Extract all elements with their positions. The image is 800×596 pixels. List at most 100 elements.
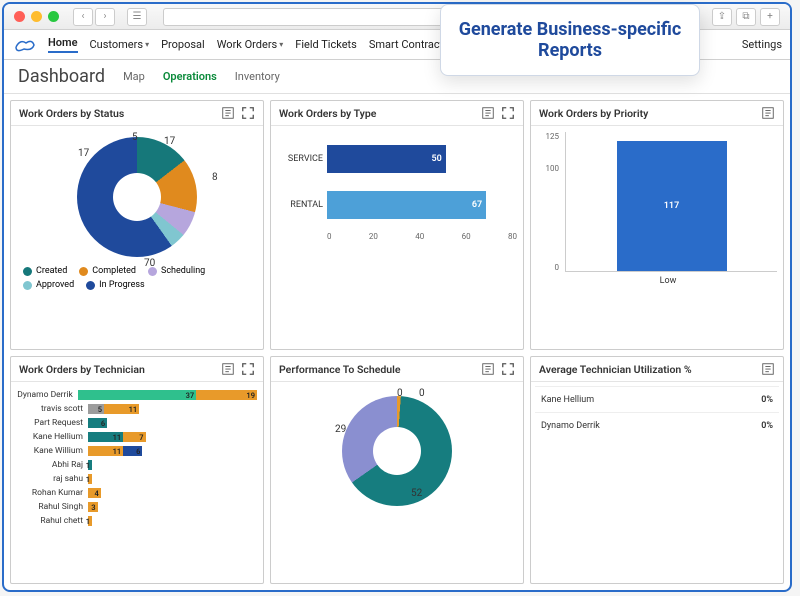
card-avg-tech-util: Average Technician Utilization % Kane He… <box>530 356 784 584</box>
tech-bar-segment: 6 <box>123 446 142 456</box>
export-icon[interactable] <box>481 106 495 120</box>
new-tab-icon[interactable]: + <box>760 8 780 26</box>
hbar-row: RENTAL67 <box>277 186 517 224</box>
status-donut-chart: 17870175 <box>17 132 257 262</box>
performance-donut-chart: 005229 <box>271 382 523 583</box>
subtab-inventory[interactable]: Inventory <box>235 70 280 83</box>
export-icon[interactable] <box>761 106 775 120</box>
util-name: Kane Hellium <box>541 395 594 405</box>
card-work-orders-type: Work Orders by Type SERVICE50RENTAL67 02… <box>270 100 524 350</box>
subtab-operations[interactable]: Operations <box>163 70 217 83</box>
tech-row: Part Request6 <box>17 416 257 430</box>
donut-value-label: 17 <box>164 136 175 147</box>
minimize-window-icon[interactable] <box>31 11 42 22</box>
tech-row: Kane Willium116 <box>17 444 257 458</box>
util-value: 0% <box>761 421 773 431</box>
card-title: Average Technician Utilization % <box>539 363 692 376</box>
nav-item-settings[interactable]: Settings <box>742 38 782 51</box>
tech-bar-segment: 19 <box>196 390 257 400</box>
tabs-icon[interactable]: ⧉ <box>736 8 756 26</box>
card-work-orders-technician: Work Orders by Technician Dynamo Derrik3… <box>10 356 264 584</box>
hbar-value: 50 <box>327 145 446 173</box>
browser-nav-buttons: ‹ › <box>73 8 115 26</box>
legend-item: Scheduling <box>148 266 205 276</box>
expand-icon[interactable] <box>501 362 515 376</box>
forward-button[interactable]: › <box>95 8 115 26</box>
tech-bar-segment: 11 <box>104 404 139 414</box>
nav-item-field-tickets[interactable]: Field Tickets <box>295 36 357 53</box>
tech-bar-segment: 7 <box>123 432 145 442</box>
axis-tick: 60 <box>462 232 471 241</box>
util-row: Kane Hellium 0% <box>535 386 779 412</box>
tech-row: Rahul Singh3 <box>17 500 257 514</box>
donut-value-label: 52 <box>411 488 422 499</box>
tech-label: Dynamo Derrik <box>17 390 75 400</box>
legend-item: Approved <box>23 280 74 290</box>
axis-tick: 80 <box>508 232 517 241</box>
tech-row: Kane Hellium117 <box>17 430 257 444</box>
card-title: Work Orders by Technician <box>19 363 145 376</box>
back-button[interactable]: ‹ <box>73 8 93 26</box>
nav-item-customers[interactable]: Customers▾ <box>90 36 150 53</box>
export-icon[interactable] <box>761 362 775 376</box>
tech-bar-segment: 11 <box>88 432 123 442</box>
tech-bar-segment: 4 <box>88 488 101 498</box>
tech-bar-segment: 37 <box>78 390 196 400</box>
subtab-map[interactable]: Map <box>123 70 145 83</box>
tech-row: raj sahu1 <box>17 472 257 486</box>
maximize-window-icon[interactable] <box>48 11 59 22</box>
donut-value-label: 5 <box>132 132 138 143</box>
tech-bar-segment: 1 <box>88 460 92 470</box>
axis-tick: 40 <box>415 232 424 241</box>
priority-bar-chart: 1251000 117 Low <box>531 126 783 349</box>
chevron-down-icon: ▾ <box>279 40 283 49</box>
type-bar-chart: SERVICE50RENTAL67 020406080 <box>271 126 523 349</box>
axis-tick: 125 <box>537 132 559 141</box>
util-name: Dynamo Derrik <box>541 421 600 431</box>
dashboard-grid: Work Orders by Status 17870175 CreatedCo… <box>4 94 790 590</box>
expand-icon[interactable] <box>501 106 515 120</box>
card-work-orders-status: Work Orders by Status 17870175 CreatedCo… <box>10 100 264 350</box>
card-title: Work Orders by Type <box>279 107 376 120</box>
nav-item-work-orders[interactable]: Work Orders▾ <box>217 36 284 53</box>
export-icon[interactable] <box>481 362 495 376</box>
expand-icon[interactable] <box>241 362 255 376</box>
close-window-icon[interactable] <box>14 11 25 22</box>
nav-item-proposal[interactable]: Proposal <box>161 36 205 53</box>
card-title: Work Orders by Priority <box>539 107 648 120</box>
tech-bar-segment: 5 <box>88 404 104 414</box>
page-title: Dashboard <box>18 66 105 87</box>
legend-item: Created <box>23 266 67 276</box>
sidebar-toggle-icon[interactable]: ☰ <box>127 8 147 26</box>
app-logo-icon <box>12 37 36 53</box>
tech-label: Rahul chett <box>17 516 85 526</box>
nav-item-home[interactable]: Home <box>48 36 78 53</box>
hbar-label: RENTAL <box>277 200 327 210</box>
card-title: Performance To Schedule <box>279 363 401 376</box>
card-work-orders-priority: Work Orders by Priority 1251000 117 Low <box>530 100 784 350</box>
donut-value-label: 29 <box>335 424 346 435</box>
tech-label: Rahul Singh <box>17 502 85 512</box>
hbar-row: SERVICE50 <box>277 140 517 178</box>
tech-bar-segment: 1 <box>88 516 92 526</box>
tech-label: Abhi Raj <box>17 460 85 470</box>
axis-tick: 100 <box>537 164 559 173</box>
axis-tick: 0 <box>537 263 559 272</box>
expand-icon[interactable] <box>241 106 255 120</box>
card-performance-schedule: Performance To Schedule 005229 <box>270 356 524 584</box>
tech-row: Dynamo Derrik3719 <box>17 388 257 402</box>
donut-value-label: 0 <box>419 388 425 399</box>
hbar-value: 67 <box>327 191 486 219</box>
axis-tick: 0 <box>327 232 332 241</box>
donut-value-label: 8 <box>212 172 218 183</box>
tech-bar-segment: 6 <box>88 418 107 428</box>
tech-row: Abhi Raj1 <box>17 458 257 472</box>
util-value: 0% <box>761 395 773 405</box>
export-icon[interactable] <box>221 106 235 120</box>
callout-overlay: Generate Business-specific Reports <box>440 4 700 76</box>
share-icon[interactable]: ⇪ <box>712 8 732 26</box>
export-icon[interactable] <box>221 362 235 376</box>
chevron-down-icon: ▾ <box>145 40 149 49</box>
tech-label: raj sahu <box>17 474 85 484</box>
technician-bar-chart: Dynamo Derrik3719travis scott511Part Req… <box>11 382 263 583</box>
